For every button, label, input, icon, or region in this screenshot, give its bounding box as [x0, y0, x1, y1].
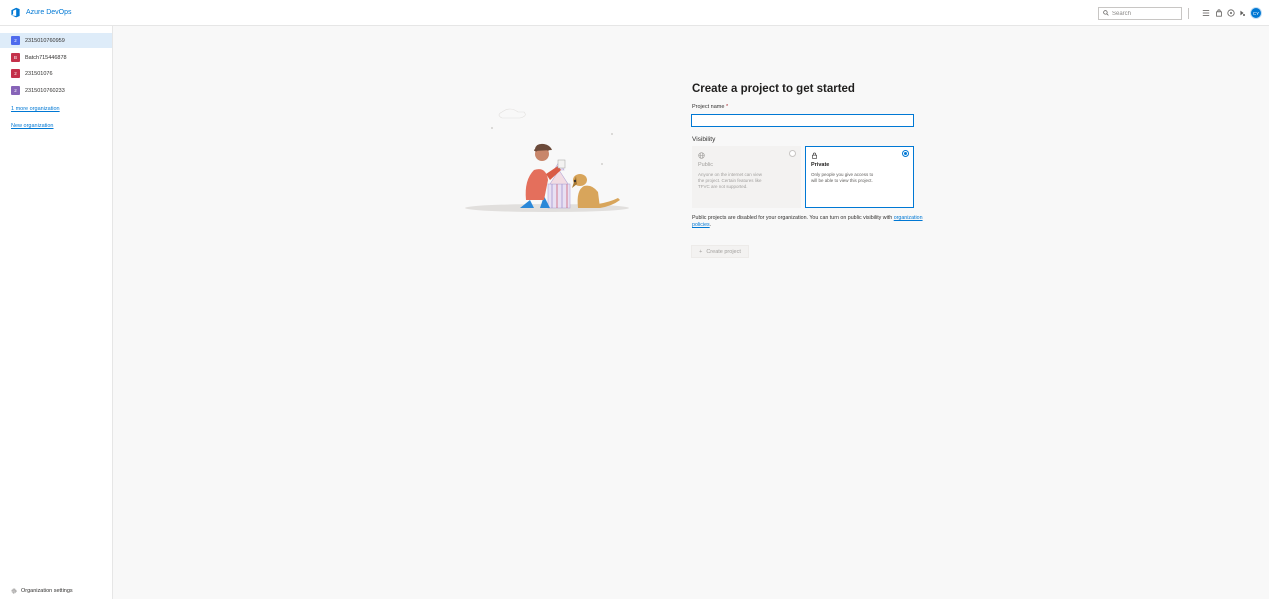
project-name-label-text: Project name	[692, 104, 725, 110]
org-name: 2315010760233	[25, 87, 65, 94]
public-note-text: Public projects are disabled for your or…	[692, 215, 893, 221]
org-name: Batch715446878	[25, 54, 67, 61]
org-badge: B	[11, 53, 20, 62]
sidebar-org-item[interactable]: 2 2315010760959	[0, 33, 112, 48]
search-box[interactable]	[1098, 7, 1182, 20]
top-bar: Azure DevOps CY	[0, 0, 1269, 26]
azure-devops-logo-icon	[10, 7, 21, 18]
public-option-description: Anyone on the internet can view the proj…	[698, 172, 763, 189]
brand-name: Azure DevOps	[26, 9, 72, 16]
avatar-initials: CY	[1252, 10, 1260, 16]
gear-icon	[11, 588, 17, 594]
org-name: 2315010760959	[25, 37, 65, 44]
search-input[interactable]	[1112, 8, 1176, 19]
shopping-bag-icon[interactable]	[1214, 8, 1224, 18]
visibility-label: Visibility	[692, 136, 716, 143]
globe-icon	[698, 152, 795, 159]
required-indicator: *	[725, 104, 729, 110]
plus-icon: +	[699, 248, 703, 255]
page-title: Create a project to get started	[692, 83, 855, 95]
project-name-label: Project name *	[692, 104, 728, 110]
search-icon	[1103, 9, 1109, 18]
private-radio-button[interactable]	[902, 150, 909, 157]
sidebar-org-item[interactable]: B Batch715446878	[0, 50, 112, 65]
visibility-option-public[interactable]: Public Anyone on the internet can view t…	[692, 146, 801, 208]
toolbar-divider	[1188, 8, 1189, 19]
private-option-description: Only people you give access to will be a…	[811, 172, 874, 183]
new-organization-link[interactable]: New organization	[11, 123, 54, 129]
private-option-title: Private	[811, 162, 830, 168]
public-note-suffix: .	[709, 222, 712, 228]
help-icon[interactable]	[1226, 8, 1236, 18]
user-avatar[interactable]: CY	[1250, 7, 1262, 19]
org-badge: 2	[11, 36, 20, 45]
azure-devops-logo-link[interactable]: Azure DevOps	[10, 7, 72, 18]
public-option-title: Public	[698, 162, 713, 168]
sidebar: 2 2315010760959 B Batch715446878 2 23150…	[0, 26, 113, 599]
public-projects-note: Public projects are disabled for your or…	[692, 215, 924, 229]
org-badge: 2	[11, 86, 20, 95]
visibility-option-private[interactable]: Private Only people you give access to w…	[805, 146, 914, 208]
create-project-label: Create project	[706, 248, 741, 255]
list-icon[interactable]	[1201, 8, 1211, 18]
getting-started-illustration	[462, 104, 632, 214]
org-name: 231501076	[25, 70, 53, 77]
settings-icon[interactable]	[1237, 8, 1247, 18]
organization-settings-label: Organization settings	[21, 588, 73, 594]
org-badge: 2	[11, 69, 20, 78]
create-project-button[interactable]: + Create project	[691, 245, 749, 258]
project-name-input[interactable]	[691, 114, 914, 127]
organization-settings-link[interactable]: Organization settings	[11, 588, 73, 594]
lock-icon	[811, 152, 908, 159]
more-organizations-link[interactable]: 1 more organization	[11, 106, 60, 112]
sidebar-org-item[interactable]: 2 2315010760233	[0, 83, 112, 98]
public-radio-button[interactable]	[789, 150, 796, 157]
sidebar-org-item[interactable]: 2 231501076	[0, 66, 112, 81]
